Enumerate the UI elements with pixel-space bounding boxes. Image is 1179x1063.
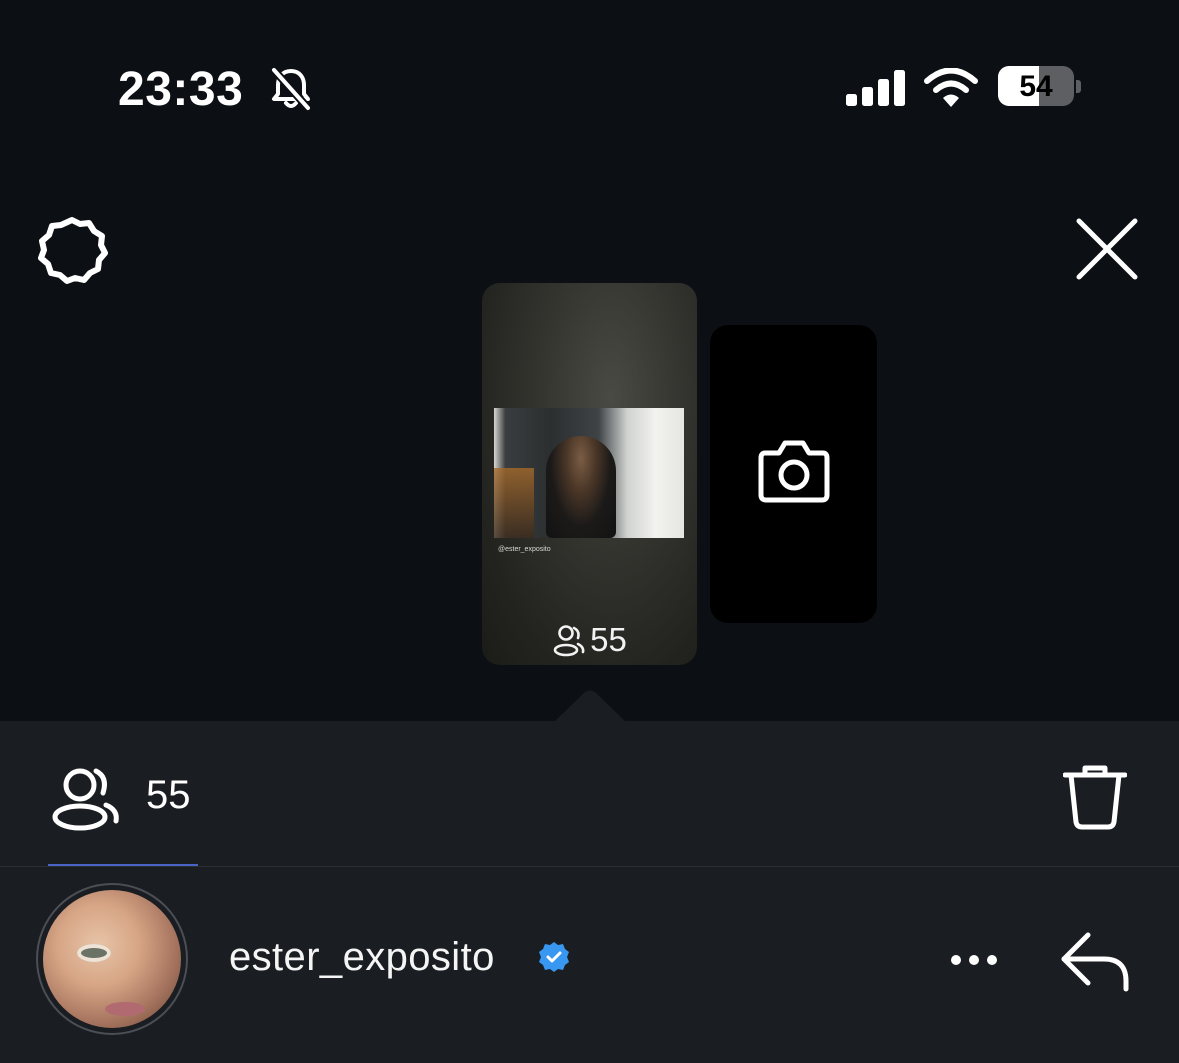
reply-icon[interactable] [1060, 931, 1130, 998]
add-story-card[interactable] [710, 325, 877, 623]
viewers-icon[interactable] [50, 765, 122, 836]
battery-tip [1076, 80, 1081, 93]
verified-badge-icon [538, 941, 570, 978]
avatar-lip [105, 1002, 145, 1016]
viewer-list-item[interactable]: ester_exposito [0, 867, 1179, 1063]
story-viewer-screen: 23:33 54 @ester_exposito 55 55 ester_exp… [0, 0, 1179, 1063]
status-time: 23:33 [118, 63, 244, 116]
more-options-icon[interactable] [950, 953, 998, 971]
photo-lamp [494, 468, 534, 538]
viewers-panel: 55 ester_exposito [0, 721, 1179, 1063]
avatar-eye [77, 944, 111, 962]
avatar[interactable] [36, 883, 188, 1035]
story-photo [494, 408, 684, 538]
viewer-username[interactable]: ester_exposito [229, 935, 495, 980]
story-thumbnail[interactable]: @ester_exposito 55 [482, 283, 697, 665]
battery-icon: 54 [998, 66, 1074, 106]
cellular-signal-icon [846, 70, 906, 111]
viewers-tab-row: 55 [0, 721, 1179, 866]
close-icon[interactable] [1074, 216, 1140, 287]
photo-person [546, 436, 616, 538]
story-viewer-count-value: 55 [590, 621, 627, 658]
bell-muted-icon [268, 66, 314, 117]
story-viewer-count: 55 [482, 621, 697, 659]
camera-icon [757, 435, 831, 510]
viewers-count[interactable]: 55 [146, 773, 191, 818]
trash-icon[interactable] [1062, 764, 1128, 835]
gear-icon[interactable] [36, 214, 108, 291]
selection-pointer [554, 690, 626, 722]
wifi-icon [924, 67, 978, 113]
viewers-icon [553, 625, 585, 657]
avatar-photo [43, 890, 181, 1028]
story-watermark-handle: @ester_exposito [498, 546, 551, 553]
battery-percentage: 54 [1019, 70, 1053, 103]
